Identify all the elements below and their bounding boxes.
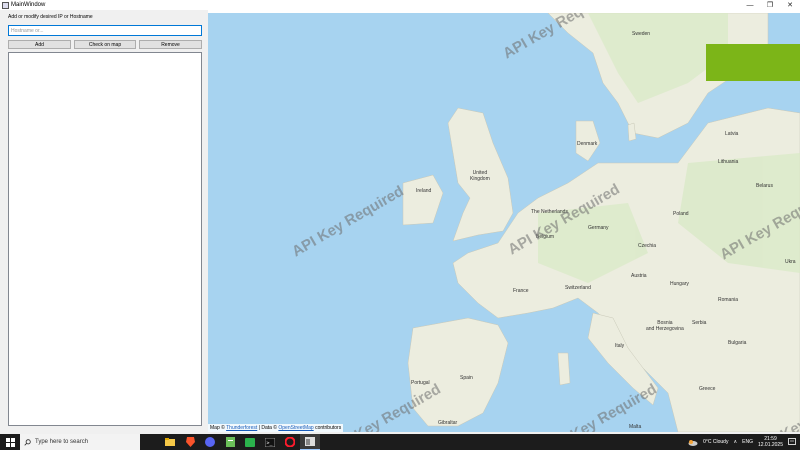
hostname-prompt-label: Add or modify desired IP or Hostname xyxy=(8,14,93,20)
label-italy: Italy xyxy=(615,343,625,349)
label-germany: Germany xyxy=(588,225,609,231)
search-icon xyxy=(24,438,31,446)
openstreetmap-link[interactable]: OpenStreetMap xyxy=(278,425,313,431)
taskbar-search[interactable]: Type here to search xyxy=(20,434,140,450)
brave-browser-icon[interactable] xyxy=(180,434,200,450)
maximize-button[interactable]: ❐ xyxy=(760,0,780,10)
attribution-suffix: contributors xyxy=(315,425,342,431)
label-poland: Poland xyxy=(673,211,689,217)
title-bar: MainWindow — ❐ ✕ xyxy=(0,0,800,10)
label-switzerland: Switzerland xyxy=(565,285,591,291)
notepad-icon[interactable] xyxy=(220,434,240,450)
label-bosnia-herzegovina: Bosnia and Herzegovina xyxy=(646,320,684,332)
label-denmark: Denmark xyxy=(577,141,598,147)
label-spain: Spain xyxy=(460,375,473,381)
thunderforest-link[interactable]: Thunderforest xyxy=(226,425,257,431)
file-explorer-icon[interactable] xyxy=(160,434,180,450)
discord-icon[interactable] xyxy=(200,434,220,450)
label-austria: Austria xyxy=(631,273,647,279)
label-ukraine: Ukra xyxy=(785,259,796,265)
chevron-up-icon[interactable]: ∧ xyxy=(733,439,737,445)
clock[interactable]: 21:59 12.01.2025 xyxy=(758,436,783,448)
hostname-input[interactable] xyxy=(8,25,202,36)
label-malta: Malta xyxy=(629,424,642,430)
land-ireland xyxy=(402,174,444,226)
label-united-kingdom: United Kingdom xyxy=(470,170,490,182)
terminal-icon[interactable]: >_ xyxy=(260,434,280,450)
label-france: France xyxy=(513,288,529,294)
attribution-separator: | Data © xyxy=(258,425,277,431)
host-panel: Add or modify desired IP or Hostname Add… xyxy=(0,10,208,432)
map-attribution: Map © Thunderforest | Data © OpenStreetM… xyxy=(208,424,344,432)
spreadsheet-icon[interactable] xyxy=(240,434,260,450)
opera-icon[interactable] xyxy=(280,434,300,450)
label-serbia: Serbia xyxy=(692,320,707,326)
window-controls: — ❐ ✕ xyxy=(740,0,800,10)
clock-date: 12.01.2025 xyxy=(757,442,783,448)
language-indicator[interactable]: ENG xyxy=(742,439,753,445)
check-on-map-button[interactable]: Check on map xyxy=(74,40,136,49)
close-button[interactable]: ✕ xyxy=(780,0,800,10)
taskbar: Type here to search >_ 0°C Cloudy ∧ ENG … xyxy=(0,434,800,450)
label-sweden: Sweden xyxy=(632,31,651,37)
windows-logo-icon xyxy=(5,437,15,447)
overlay-panel xyxy=(706,44,800,81)
start-button[interactable] xyxy=(0,434,20,450)
host-list[interactable] xyxy=(8,52,202,426)
svg-text:>_: >_ xyxy=(267,440,274,446)
add-button[interactable]: Add xyxy=(8,40,71,49)
label-lithuania: Lithuania xyxy=(718,159,739,165)
label-bulgaria: Bulgaria xyxy=(728,340,747,346)
cloud-icon xyxy=(688,439,698,446)
map-view[interactable]: Sweden Latvia Lithuania Denmark Belarus … xyxy=(208,13,800,432)
taskbar-apps: >_ xyxy=(160,434,320,450)
land-mainland xyxy=(452,107,800,432)
weather-text[interactable]: 0°C Cloudy xyxy=(703,439,728,445)
land-iberia xyxy=(407,317,509,427)
minimize-button[interactable]: — xyxy=(740,0,760,10)
label-belarus: Belarus xyxy=(756,183,773,189)
attribution-prefix: Map © xyxy=(210,425,225,431)
remove-button[interactable]: Remove xyxy=(139,40,202,49)
notification-icon[interactable] xyxy=(788,438,796,446)
label-gibraltar: Gibraltar xyxy=(438,420,458,426)
app-window-icon[interactable] xyxy=(300,434,320,450)
window-title: MainWindow xyxy=(11,2,46,8)
label-latvia: Latvia xyxy=(725,131,739,137)
label-czechia: Czechia xyxy=(638,243,657,249)
system-tray: 0°C Cloudy ∧ ENG 21:59 12.01.2025 xyxy=(688,434,800,450)
label-greece: Greece xyxy=(699,386,716,392)
label-hungary: Hungary xyxy=(670,281,689,287)
label-ireland: Ireland xyxy=(416,188,432,194)
app-icon xyxy=(2,1,9,9)
label-romania: Romania xyxy=(718,297,739,303)
taskbar-search-placeholder: Type here to search xyxy=(35,439,89,445)
land-sardinia xyxy=(557,352,571,386)
